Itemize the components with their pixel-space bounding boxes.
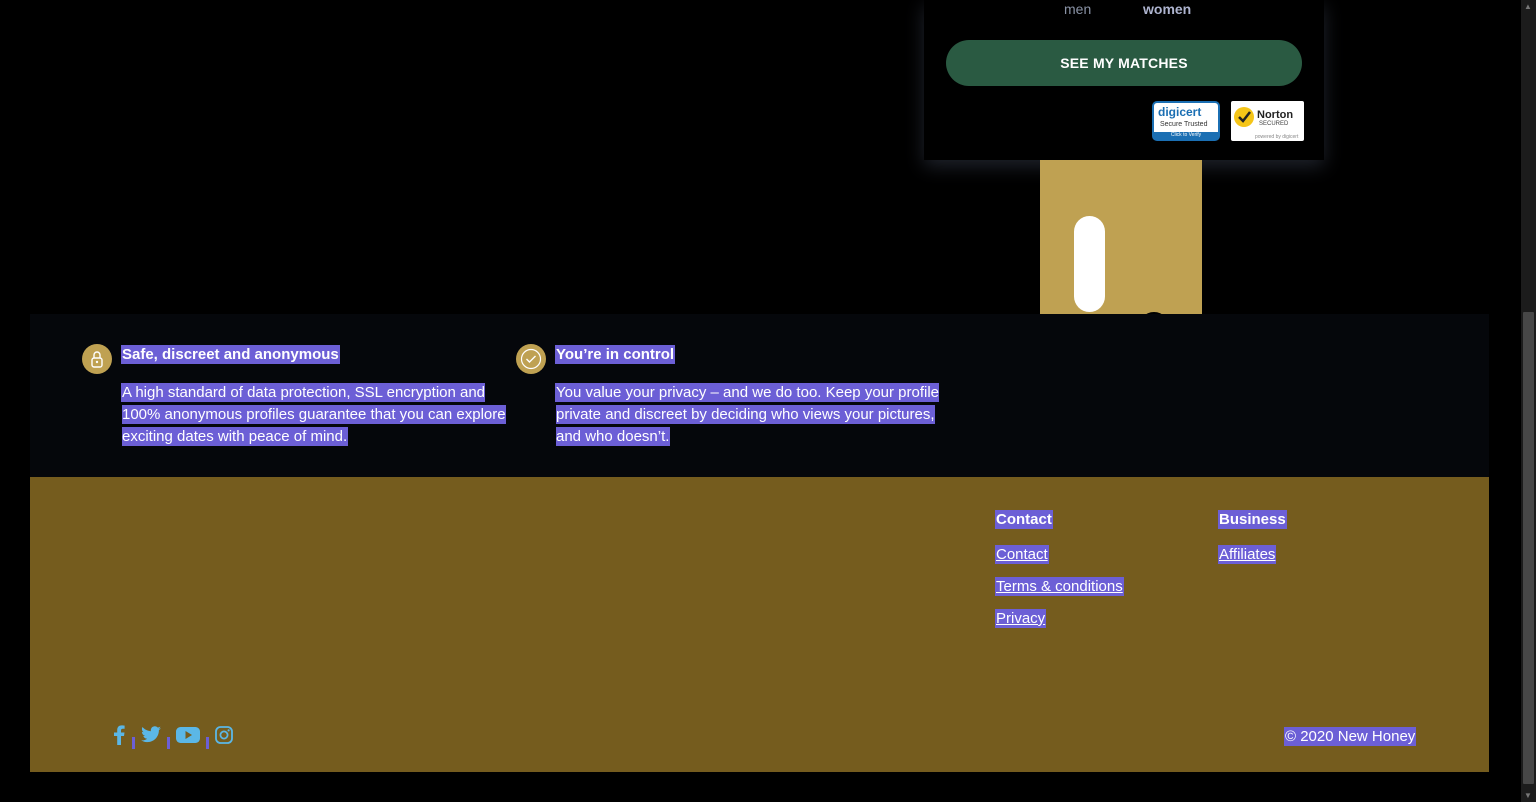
social-separator: [132, 736, 135, 749]
feature-description: You value your privacy – and we do too. …: [556, 384, 940, 445]
digicert-secure-text: Secure Trusted: [1160, 121, 1208, 128]
lock-icon: [82, 344, 112, 374]
scroll-down-arrow-icon[interactable]: ▼: [1524, 791, 1532, 800]
footer-link-affiliates[interactable]: Affiliates: [1219, 546, 1276, 564]
copyright-text: © 2020 New Honey: [1285, 728, 1416, 745]
digicert-verify-text: Click to Verify: [1154, 132, 1218, 139]
footer-link-privacy[interactable]: Privacy: [996, 610, 1046, 628]
norton-badge[interactable]: Norton SECURED powered by digicert: [1231, 101, 1304, 141]
social-separator: [206, 736, 209, 749]
site-footer: Contact Contact Terms & conditions Priva…: [30, 477, 1489, 772]
social-links: [112, 725, 233, 750]
feature-description: A high standard of data protection, SSL …: [122, 384, 506, 445]
feature-title: You’re in control: [556, 346, 675, 363]
footer-heading-contact: Contact: [996, 511, 1052, 528]
footer-heading-business: Business: [1219, 511, 1286, 528]
norton-check-icon: [1234, 107, 1254, 127]
digicert-badge[interactable]: digicert Secure Trusted Click to Verify: [1152, 101, 1220, 141]
facebook-icon[interactable]: [112, 725, 126, 750]
norton-powered-text: powered by digicert: [1255, 134, 1299, 140]
norton-secured-text: SECURED: [1259, 121, 1289, 127]
footer-contact-column: Contact Contact Terms & conditions Priva…: [996, 511, 1123, 642]
see-my-matches-button[interactable]: SEE MY MATCHES: [946, 40, 1302, 86]
check-icon: [516, 344, 546, 374]
scrollbar-thumb[interactable]: [1523, 312, 1534, 784]
gender-option-women[interactable]: women: [1143, 1, 1191, 17]
digicert-logo-text: digicert: [1158, 105, 1202, 119]
features-section: Safe, discreet and anonymous A high stan…: [30, 314, 1489, 477]
footer-link-contact[interactable]: Contact: [996, 546, 1048, 564]
signup-card: men women SEE MY MATCHES digicert Secure…: [924, 0, 1324, 160]
instagram-icon[interactable]: [215, 726, 233, 749]
page-scrollbar[interactable]: ▲ ▼: [1521, 0, 1536, 802]
footer-link-terms[interactable]: Terms & conditions: [996, 578, 1123, 596]
feature-title: Safe, discreet and anonymous: [122, 346, 339, 363]
youtube-icon[interactable]: [176, 726, 200, 749]
gender-option-men[interactable]: men: [1064, 1, 1091, 17]
social-separator: [167, 736, 170, 749]
twitter-icon[interactable]: [141, 726, 161, 749]
scroll-up-arrow-icon[interactable]: ▲: [1524, 2, 1532, 11]
norton-logo-text: Norton: [1257, 109, 1294, 121]
footer-business-column: Business Affiliates: [1219, 511, 1286, 578]
